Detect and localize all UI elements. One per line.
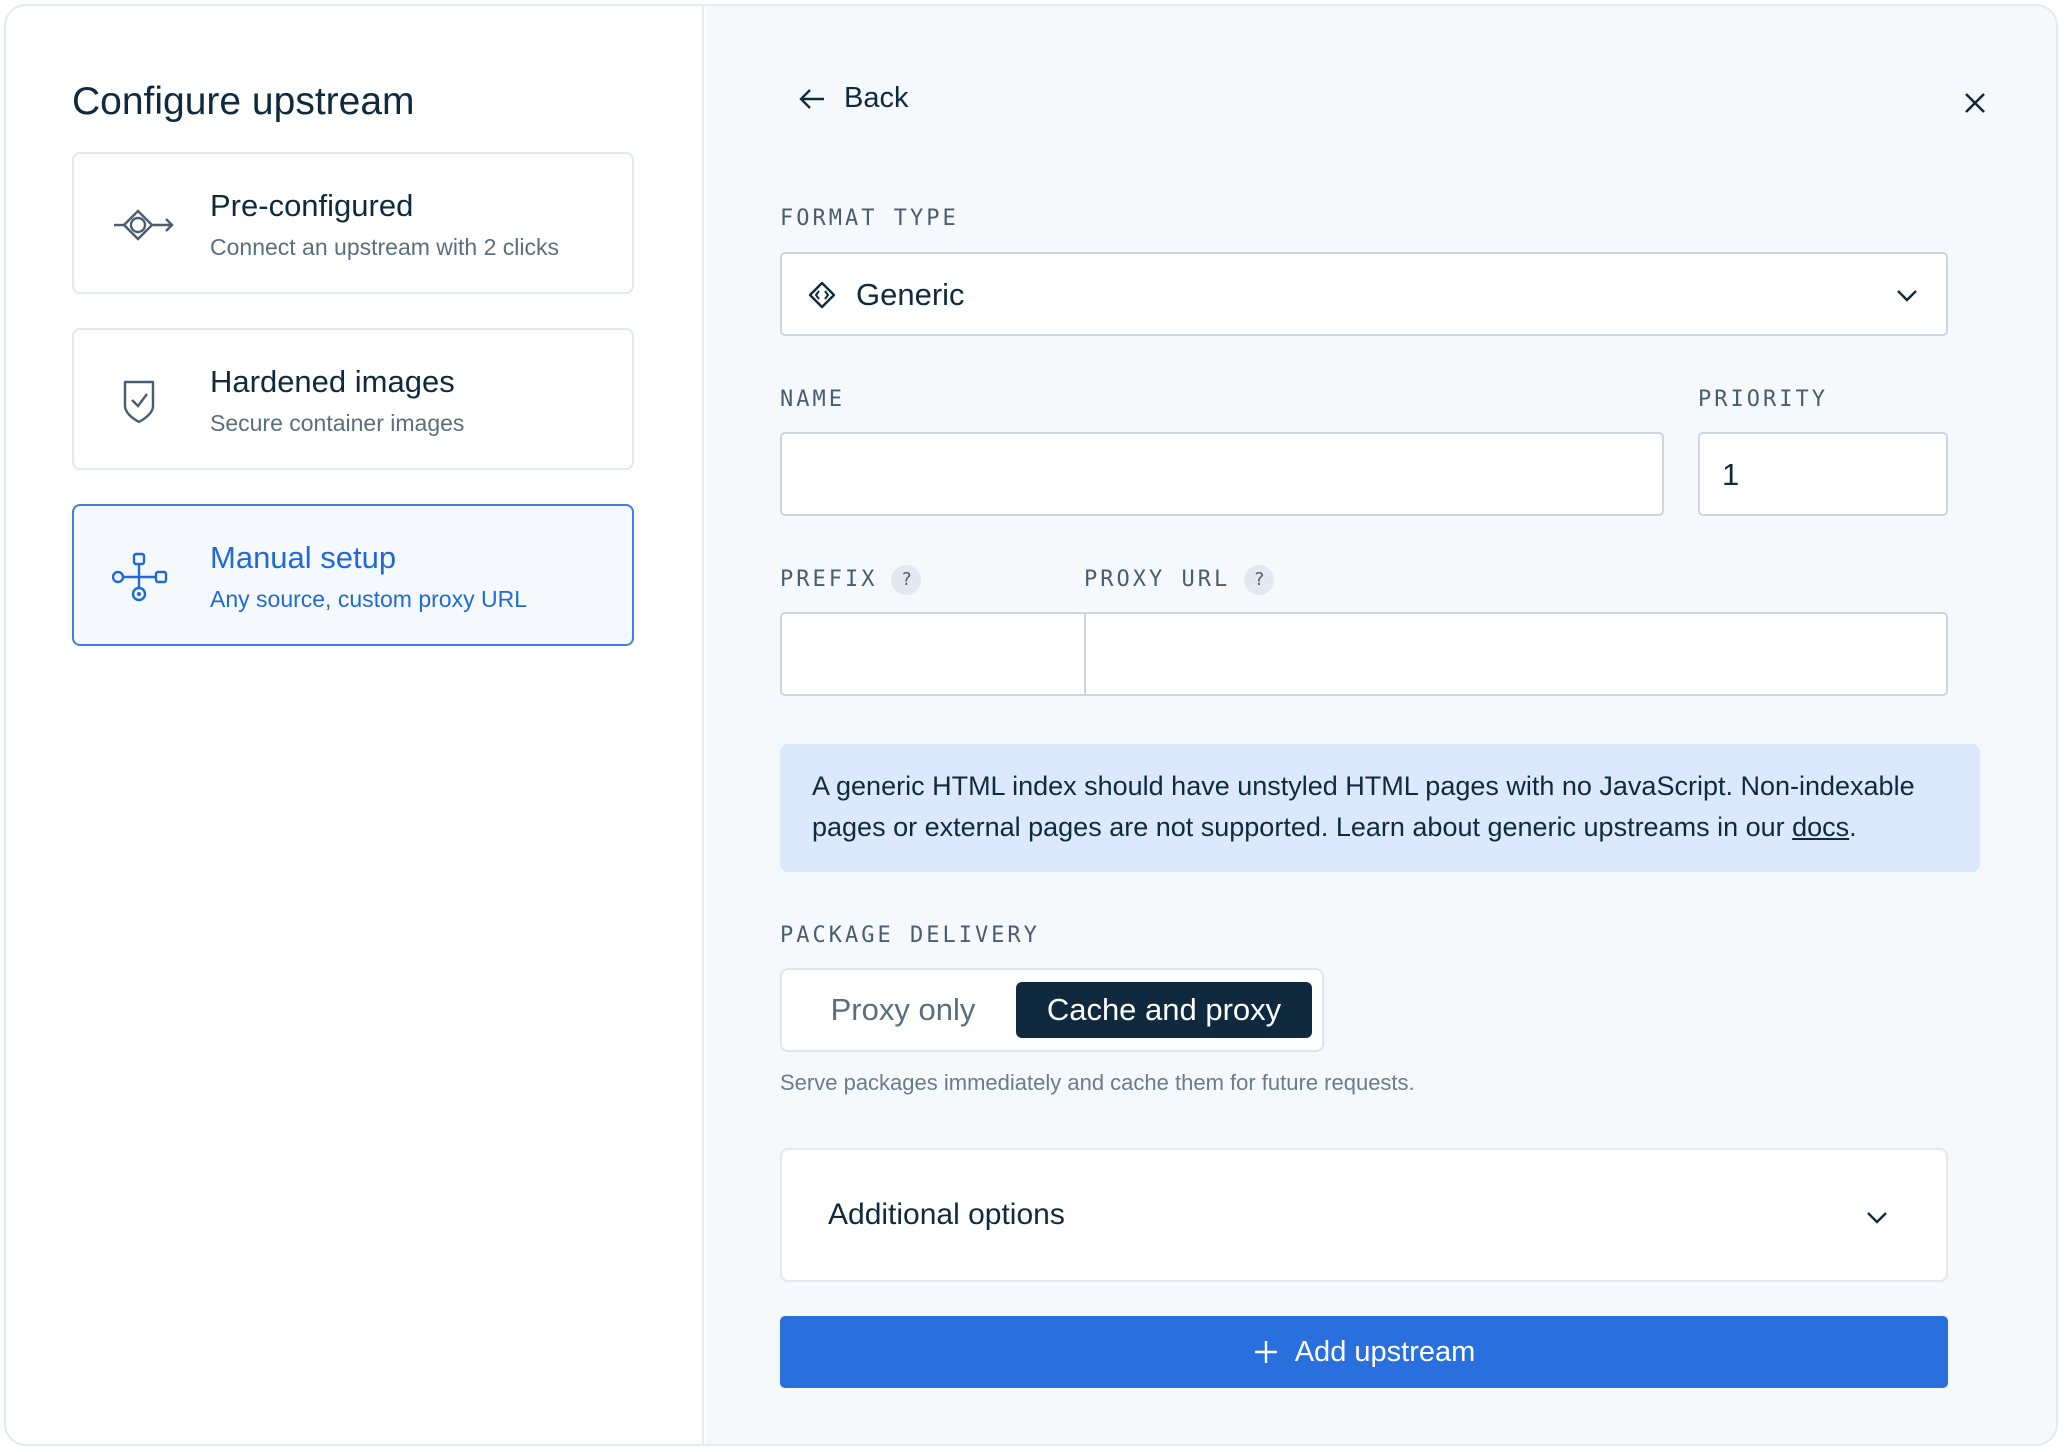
name-input[interactable] — [780, 432, 1664, 516]
back-button[interactable]: Back — [798, 82, 908, 115]
chevron-down-icon — [1867, 1212, 1887, 1224]
option-title: Pre-configured — [210, 188, 414, 223]
option-subtitle: Secure container images — [210, 410, 465, 436]
prefix-proxy-url-field — [780, 612, 1948, 696]
docs-link[interactable]: docs — [1792, 812, 1849, 842]
proxy-url-label-group: PROXY URL? — [1084, 565, 1275, 595]
package-delivery-hint: Serve packages immediately and cache the… — [780, 1070, 1415, 1095]
info-end: . — [1849, 812, 1857, 842]
format-type-select[interactable]: Generic — [780, 252, 1948, 336]
back-label: Back — [844, 82, 909, 114]
cache-and-proxy-option[interactable]: Cache and proxy — [1016, 982, 1312, 1038]
close-icon[interactable] — [1960, 88, 1990, 118]
prefix-label: PREFIX — [780, 567, 878, 592]
name-label: NAME — [780, 387, 845, 412]
option-title: Hardened images — [210, 364, 455, 399]
package-delivery-toggle: Proxy only Cache and proxy — [780, 968, 1324, 1052]
generic-info-callout: A generic HTML index should have unstyle… — [780, 744, 1980, 872]
priority-label: PRIORITY — [1698, 387, 1828, 412]
option-manual-setup[interactable]: Manual setup Any source, custom proxy UR… — [72, 504, 634, 646]
add-upstream-button[interactable]: Add upstream — [780, 1316, 1948, 1388]
format-type-value: Generic — [856, 277, 965, 312]
option-title: Manual setup — [210, 540, 397, 575]
network-icon — [112, 552, 168, 602]
prefix-help-icon[interactable]: ? — [891, 565, 922, 595]
configure-upstream-dialog: Configure upstream Pre-configured Connec… — [4, 4, 2058, 1446]
proxy-only-option[interactable]: Proxy only — [794, 982, 1012, 1038]
option-pre-configured[interactable]: Pre-configured Connect an upstream with … — [72, 152, 634, 294]
proxy-url-help-icon[interactable]: ? — [1244, 565, 1275, 595]
priority-input[interactable]: 1 — [1698, 432, 1948, 516]
prefix-input[interactable] — [782, 614, 1084, 694]
plus-icon — [1254, 1341, 1277, 1363]
additional-options-label: Additional options — [828, 1198, 1065, 1231]
arrow-left-icon — [799, 88, 824, 109]
option-hardened-images[interactable]: Hardened images Secure container images — [72, 328, 634, 470]
dialog-title: Configure upstream — [72, 80, 415, 123]
option-subtitle: Any source, custom proxy URL — [210, 586, 528, 612]
package-delivery-label: PACKAGE DELIVERY — [780, 923, 1040, 948]
shield-check-icon — [123, 380, 155, 424]
proxy-url-label: PROXY URL — [1084, 567, 1231, 592]
proxy-url-input[interactable] — [1086, 614, 1946, 694]
option-subtitle: Connect an upstream with 2 clicks — [210, 234, 559, 260]
info-text: A generic HTML index should have unstyle… — [812, 771, 1915, 842]
upstream-type-panel: Configure upstream Pre-configured Connec… — [6, 6, 704, 1444]
prefix-label-group: PREFIX? — [780, 565, 922, 595]
additional-options-accordion[interactable]: Additional options — [780, 1148, 1948, 1282]
chevron-down-icon — [1897, 290, 1917, 302]
configuration-form-panel: Back FORMAT TYPE Generic NAME PRIORITY 1… — [706, 6, 2056, 1444]
generic-format-icon — [808, 281, 836, 309]
priority-value: 1 — [1722, 457, 1740, 492]
format-type-label: FORMAT TYPE — [780, 206, 959, 231]
connect-icon — [114, 209, 174, 241]
add-upstream-label: Add upstream — [1294, 1335, 1476, 1368]
